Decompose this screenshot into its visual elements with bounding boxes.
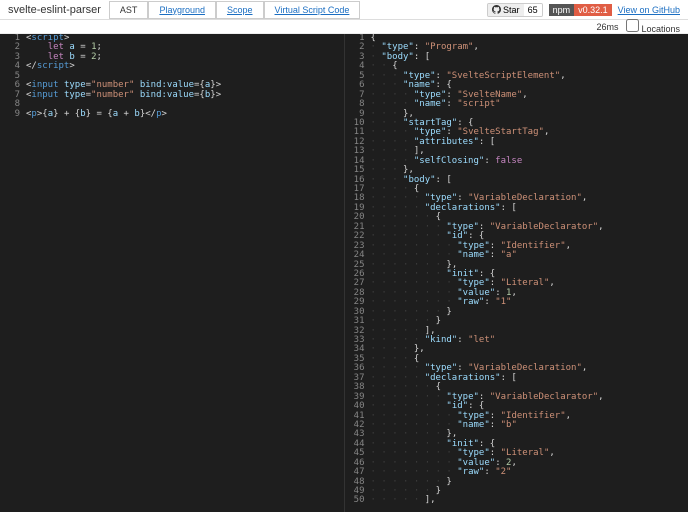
editor-split: 1<script>2 let a = 1;3 let b = 2;4</scri…	[0, 34, 688, 512]
locations-label: Locations	[641, 24, 680, 34]
source-editor[interactable]: 1<script>2 let a = 1;3 let b = 2;4</scri…	[0, 34, 345, 512]
github-icon	[492, 5, 501, 14]
tab-scope[interactable]: Scope	[216, 1, 264, 19]
source-line: 7<input type="number" bind:value={b}>	[0, 91, 344, 100]
tab-virtual-script-code[interactable]: Virtual Script Code	[264, 1, 361, 19]
npm-badge[interactable]: npm v0.32.1	[549, 4, 612, 16]
github-star-count: 65	[524, 4, 542, 16]
npm-label: npm	[549, 4, 575, 16]
source-line: 9<p>{a} + {b} = {a + b}</p>	[0, 110, 344, 119]
header-right: Star 65 npm v0.32.1 View on GitHub	[487, 3, 680, 17]
header-left: svelte-eslint-parser ASTPlaygroundScopeV…	[8, 1, 360, 19]
github-star-label: Star	[503, 5, 520, 15]
npm-version: v0.32.1	[574, 4, 612, 16]
github-star-badge[interactable]: Star 65	[487, 3, 543, 17]
tab-playground[interactable]: Playground	[148, 1, 216, 19]
ast-viewer[interactable]: 1{2· "type": "Program",3· "body": [4· · …	[345, 34, 688, 512]
parse-time: 26ms	[596, 22, 618, 32]
source-line: 4</script>	[0, 62, 344, 71]
stats-bar: 26ms Locations	[0, 20, 688, 34]
ast-line: 50· · · · · ],	[345, 496, 688, 505]
locations-checkbox[interactable]	[626, 19, 639, 32]
header-bar: svelte-eslint-parser ASTPlaygroundScopeV…	[0, 0, 688, 20]
locations-toggle[interactable]: Locations	[626, 19, 680, 34]
view-on-github-link[interactable]: View on GitHub	[618, 5, 680, 15]
tab-ast[interactable]: AST	[109, 1, 149, 19]
app-title: svelte-eslint-parser	[8, 4, 101, 16]
tab-strip: ASTPlaygroundScopeVirtual Script Code	[109, 1, 360, 19]
